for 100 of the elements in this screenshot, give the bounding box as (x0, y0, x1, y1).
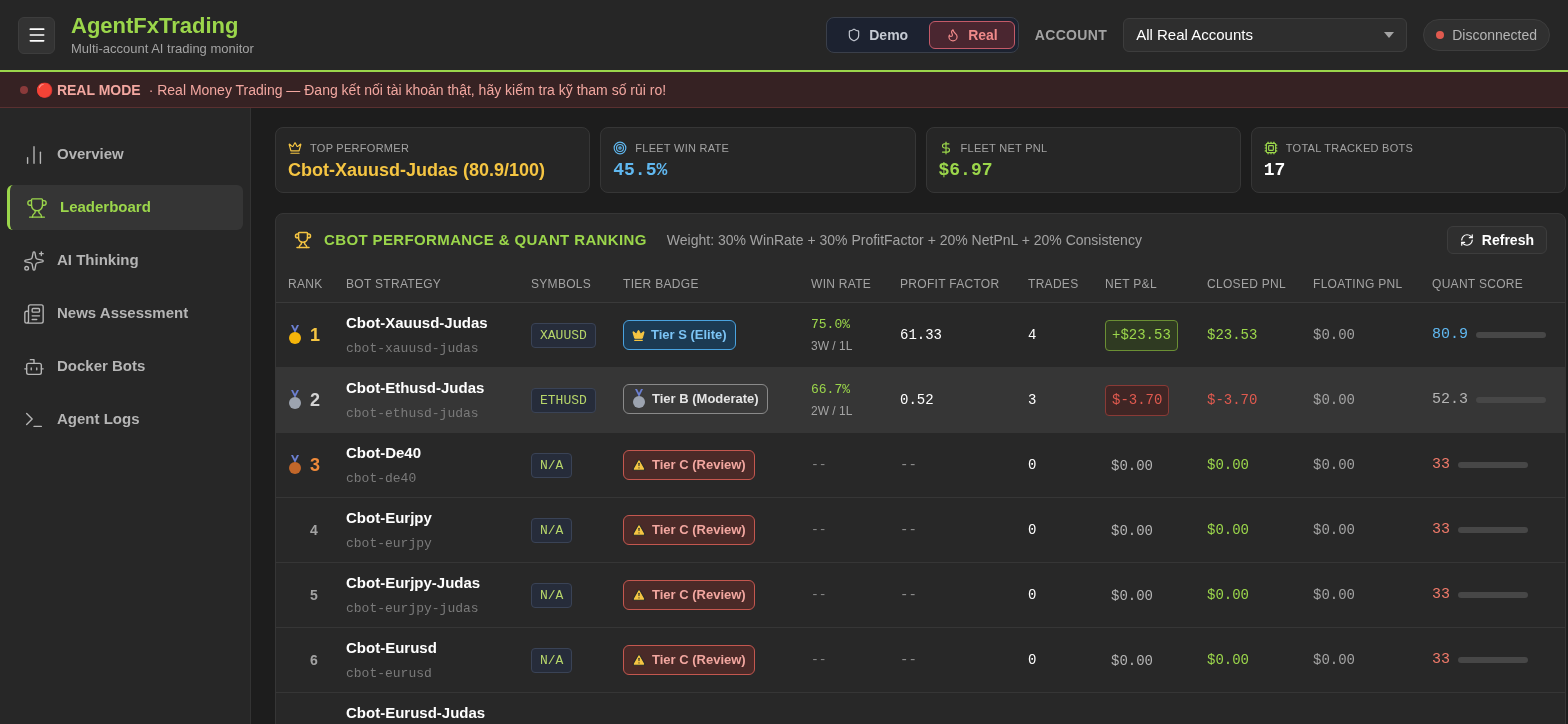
sidebar-item[interactable]: Agent Logs (7, 397, 243, 442)
sidebar-item[interactable]: News Assessment (7, 291, 243, 336)
tier-badge: Tier B (Moderate) (623, 384, 768, 414)
app-subtitle: Multi-account AI trading monitor (71, 40, 254, 58)
account-label: ACCOUNT (1034, 26, 1108, 45)
stat-label: TOTAL TRACKED BOTS (1285, 141, 1414, 156)
score-track (1476, 332, 1546, 338)
profit-factor: -- (900, 585, 918, 605)
menu-button[interactable] (18, 16, 55, 54)
column-header: PROFIT FACTOR (900, 276, 1001, 293)
mode-tab[interactable]: Demo (830, 21, 926, 49)
sidebar-item[interactable]: Docker Bots (7, 344, 243, 389)
profit-factor: -- (900, 455, 918, 475)
floating-pnl: $0.00 (1313, 585, 1356, 605)
crown-icon (632, 328, 645, 342)
table-row[interactable]: 2 Cbot-Ethusd-Judas cbot-ethusd-judas ETHUSD Tier B (Moderate) 66.7% 2W / 1L 0.52 3 $-3.70 $-3.70 $0.00 52.3 (276, 368, 1565, 433)
tier-badge: Tier C (Review) (623, 580, 755, 610)
bot-slug: cbot-eurjpy (346, 534, 433, 553)
quant-score: 80.9 (1432, 324, 1468, 345)
trade-count: 4 (1028, 325, 1038, 345)
chip-icon (1263, 141, 1278, 156)
rank-number: 2 (310, 388, 320, 412)
win-rate: -- (811, 521, 828, 540)
trade-count: 0 (1028, 585, 1038, 605)
banner-title: 🔴 REAL MODE (36, 80, 141, 100)
column-header: NET P&L (1105, 276, 1158, 293)
bot-name: Cbot-Eurusd-Judas (346, 703, 487, 724)
stat-value: 45.5% (613, 160, 669, 179)
sidebar-item[interactable]: Leaderboard (7, 185, 243, 230)
bot-slug: cbot-de40 (346, 469, 418, 488)
tier-badge: Tier C (Review) (623, 645, 755, 675)
bot-slug: cbot-ethusd-judas (346, 404, 480, 423)
banner-text: · Real Money Trading — Đang kết nối tài khoản thật, hãy kiểm tra kỹ tham số rủi ro! (148, 80, 667, 100)
quant-score: 33 (1432, 584, 1450, 605)
score-track (1458, 657, 1528, 663)
trade-count: 0 (1028, 455, 1038, 475)
warning-icon (632, 458, 646, 472)
trade-count: 0 (1028, 520, 1038, 540)
floating-pnl: $0.00 (1313, 520, 1356, 540)
stat-value: 17 (1263, 160, 1287, 179)
closed-pnl: $0.00 (1207, 455, 1250, 475)
stat-label: TOP PERFORMER (310, 141, 410, 156)
closed-pnl: $0.00 (1207, 585, 1250, 605)
caret-icon (1384, 32, 1395, 38)
weight-note: Weight: 30% WinRate + 30% ProfitFactor + 20% NetPnL + 20% Consistency (666, 231, 1142, 250)
stat-value: $6.97 (938, 160, 994, 179)
bot-name: Cbot-Xauusd-Judas (346, 313, 489, 333)
panel-title: CBOT PERFORMANCE & QUANT RANKING (324, 229, 647, 250)
column-header: CLOSED PNL (1207, 276, 1288, 293)
account-select[interactable]: All Real Accounts (1123, 18, 1408, 52)
bot-name: Cbot-De40 (346, 443, 422, 463)
sidebar-item[interactable]: AI Thinking (7, 238, 243, 283)
win-loss-record: 2W / 1L (811, 402, 854, 420)
floating-pnl: $0.00 (1313, 455, 1356, 475)
closed-pnl: $0.00 (1207, 650, 1250, 670)
net-pnl: +$23.53 (1105, 319, 1178, 351)
tier-badge: Tier S (Elite) (623, 320, 736, 350)
win-rate: -- (811, 586, 828, 605)
bot-name: Cbot-Eurjpy (346, 508, 433, 528)
stat-label: FLEET WIN RATE (635, 141, 730, 156)
closed-pnl: $0.00 (1207, 520, 1250, 540)
target-icon (613, 141, 628, 156)
stat-label: FLEET NET PNL (960, 141, 1048, 156)
score-track (1458, 527, 1528, 533)
win-loss-record: 3W / 1L (811, 337, 854, 355)
bot-slug: cbot-xauusd-judas (346, 339, 480, 358)
floating-pnl: $0.00 (1313, 650, 1356, 670)
trophy-icon (294, 231, 312, 249)
quant-score: 33 (1432, 454, 1450, 475)
column-header: BOT STRATEGY (346, 276, 443, 293)
profit-factor: -- (900, 650, 918, 670)
bot-name: Cbot-Eurjpy-Judas (346, 573, 482, 593)
net-pnl: $0.00 (1110, 587, 1154, 606)
floating-pnl: $0.00 (1313, 325, 1356, 345)
mode-tab[interactable]: Real (929, 21, 1015, 49)
bot-name: Cbot-Ethusd-Judas (346, 378, 486, 398)
crown-icon (288, 141, 302, 156)
net-pnl: $0.00 (1110, 652, 1154, 671)
rank-number: 4 (310, 520, 318, 540)
win-rate: 66.7% (811, 381, 851, 400)
symbol-tag: ETHUSD (531, 387, 596, 414)
net-pnl: $0.00 (1110, 522, 1154, 541)
column-header: WIN RATE (811, 276, 873, 293)
tier-badge: Tier C (Review) (623, 515, 755, 545)
bot-name: Cbot-Eurusd (346, 638, 438, 658)
rank-number: 5 (310, 585, 318, 605)
bot-slug: cbot-eurjpy-judas (346, 599, 480, 618)
net-pnl: $0.00 (1110, 457, 1154, 476)
sidebar-item[interactable]: Overview (7, 132, 243, 177)
symbol-tag: N/A (531, 647, 573, 674)
sparkles-icon (23, 249, 45, 272)
tier-badge: Tier C (Review) (623, 450, 755, 480)
win-rate: -- (811, 651, 828, 670)
column-header: FLOATING PNL (1313, 276, 1404, 293)
win-rate: -- (811, 456, 828, 475)
warning-icon (632, 588, 646, 602)
column-header: RANK (288, 276, 324, 293)
quant-score: 52.3 (1432, 389, 1468, 410)
score-track (1458, 462, 1528, 468)
refresh-button[interactable]: Refresh (1446, 226, 1547, 254)
